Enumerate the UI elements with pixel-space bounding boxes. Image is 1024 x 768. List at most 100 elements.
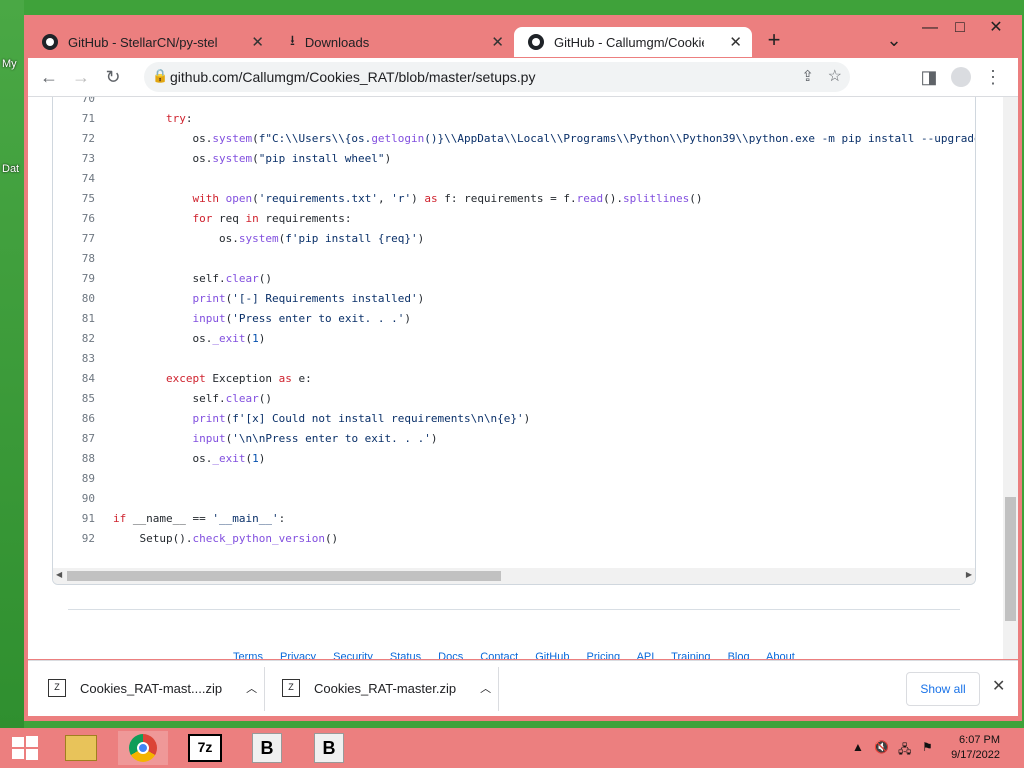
line-number[interactable]: 83 [53, 349, 95, 369]
new-tab-button[interactable]: + [754, 27, 794, 53]
line-number[interactable]: 74 [53, 169, 95, 189]
line-number[interactable]: 82 [53, 329, 95, 349]
zip-file-icon: Z [282, 679, 300, 697]
code-line: 90 [53, 489, 975, 509]
line-number[interactable]: 72 [53, 129, 95, 149]
menu-kebab-icon[interactable]: ⋮ [980, 64, 1006, 90]
desktop-label: Dat [2, 163, 20, 175]
tray-expand-icon[interactable]: ▲ [852, 740, 864, 754]
show-all-button[interactable]: Show all [906, 672, 980, 706]
line-number[interactable]: 76 [53, 209, 95, 229]
code-text: except Exception as e: [165, 372, 312, 385]
maximize-button[interactable]: □ [940, 15, 980, 41]
close-tab-icon[interactable]: ✕ [729, 33, 742, 51]
tab-label: GitHub - Callumgm/Cookies_RAT [554, 34, 704, 50]
app-b-icon[interactable]: B [242, 731, 292, 765]
close-download-shelf-icon[interactable]: ✕ [992, 676, 1005, 696]
code-text: os.system("pip install wheel") [113, 152, 392, 165]
line-number[interactable]: 85 [53, 389, 95, 409]
line-number[interactable]: 81 [53, 309, 95, 329]
code-line: 85 self.clear() [53, 389, 975, 409]
code-line: 86 print(f'[x] Could not install require… [53, 409, 975, 429]
tab-github-stellar[interactable]: GitHub - StellarCN/py-stellar-bas ✕ [28, 27, 274, 57]
line-number[interactable]: 91 [53, 509, 95, 529]
code-text: os.system(f'pip install {req}') [113, 232, 425, 245]
line-number[interactable]: 84 [53, 369, 95, 389]
download-item[interactable]: Z Cookies_RAT-master.zip ︿ [282, 671, 491, 705]
github-icon [42, 34, 58, 50]
file-explorer-icon[interactable] [56, 731, 106, 765]
close-button[interactable]: ✕ [976, 15, 1016, 41]
line-number[interactable]: 75 [53, 189, 95, 209]
code-text: print(f'[x] Could not install requiremen… [192, 412, 531, 425]
7zip-icon[interactable]: 7z [180, 731, 230, 765]
line-number[interactable]: 80 [53, 289, 95, 309]
share-icon[interactable]: ⇪ [801, 67, 814, 85]
taskbar: 7z B B ▲ 🔇 🖧 ⚑ 6:07 PM 9/17/2022 [0, 728, 1024, 768]
code-line: 77 os.system(f'pip install {req}') [53, 229, 975, 249]
code-text: Setup().check_python_version() [113, 532, 339, 545]
chevron-up-icon[interactable]: ︿ [246, 680, 257, 696]
line-number[interactable]: 79 [53, 269, 95, 289]
side-panel-icon[interactable]: ◨ [916, 64, 942, 90]
windows-logo-icon [12, 736, 38, 760]
line-number[interactable]: 71 [53, 109, 95, 129]
code-line: 74 [53, 169, 975, 189]
forward-arrow-icon[interactable]: → [68, 64, 94, 90]
line-number[interactable]: 90 [53, 489, 95, 509]
line-number[interactable]: 73 [53, 149, 95, 169]
url-text: github.com/Callumgm/Cookies_RAT/blob/mas… [170, 69, 536, 85]
close-tab-icon[interactable]: ✕ [491, 33, 504, 51]
line-number[interactable]: 89 [53, 469, 95, 489]
address-bar[interactable]: 🔒 github.com/Callumgm/Cookies_RAT/blob/m… [144, 62, 850, 92]
code-line: 73 os.system("pip install wheel") [53, 149, 975, 169]
back-arrow-icon[interactable]: ← [36, 64, 62, 90]
app-b-icon[interactable]: B [304, 731, 354, 765]
reload-icon[interactable]: ↻ [100, 64, 126, 90]
vertical-scrollbar[interactable] [1003, 97, 1018, 659]
profile-avatar-icon[interactable] [948, 64, 974, 90]
code-line: 92 Setup().check_python_version() [53, 529, 975, 549]
network-icon[interactable]: 🖧 [898, 740, 911, 761]
tab-github-cookies-rat[interactable]: GitHub - Callumgm/Cookies_RAT ✕ [514, 27, 752, 57]
close-tab-icon[interactable]: ✕ [251, 33, 264, 51]
code-line: 87 input('\n\nPress enter to exit. . .') [53, 429, 975, 449]
line-number[interactable]: 86 [53, 409, 95, 429]
footer-links[interactable]: Terms Privacy Security Status Docs Conta… [233, 651, 795, 659]
line-number[interactable]: 88 [53, 449, 95, 469]
code-line: 71 try: [53, 109, 975, 129]
download-filename: Cookies_RAT-mast....zip [80, 680, 223, 696]
scrollbar-thumb[interactable] [67, 571, 501, 581]
line-number[interactable]: 77 [53, 229, 95, 249]
line-number[interactable]: 92 [53, 529, 95, 549]
scrollbar-thumb[interactable] [1005, 497, 1016, 621]
line-number[interactable]: 78 [53, 249, 95, 269]
system-clock[interactable]: 6:07 PM 9/17/2022 [951, 733, 1000, 763]
code-line: 81 input('Press enter to exit. . .') [53, 309, 975, 329]
tab-label: GitHub - StellarCN/py-stellar-bas [68, 34, 218, 50]
code-viewer: 70 ''' 71 try: 72 os.system(f"C:\\Users\\{… [52, 97, 976, 585]
start-button[interactable] [0, 731, 50, 765]
line-number[interactable]: 70 [53, 97, 95, 109]
volume-muted-icon[interactable]: 🔇 [874, 740, 889, 754]
chevron-up-icon[interactable]: ︿ [480, 680, 491, 696]
horizontal-scrollbar[interactable]: ◀ ▶ [53, 568, 975, 584]
code-line: 70 ''' [53, 97, 975, 109]
page-content: 70 ''' 71 try: 72 os.system(f"C:\\Users\\{… [28, 97, 1018, 659]
code-line: 91 if __name__ == '__main__': [53, 509, 975, 529]
code-line: 78 [53, 249, 975, 269]
line-number[interactable]: 87 [53, 429, 95, 449]
code-line: 88 os._exit(1) [53, 449, 975, 469]
bookmark-star-icon[interactable]: ☆ [828, 66, 842, 86]
code-text: with open('requirements.txt', 'r') as f:… [192, 192, 703, 205]
chrome-icon[interactable] [118, 731, 168, 765]
code-text: if __name__ == '__main__': [113, 512, 286, 525]
tab-list-button[interactable]: ⌄ [874, 27, 914, 53]
action-center-icon[interactable]: ⚑ [922, 740, 933, 754]
download-item[interactable]: Z Cookies_RAT-mast....zip ︿ [48, 671, 257, 705]
tab-downloads[interactable]: ⭳ Downloads ✕ [276, 27, 514, 57]
desktop-label: My [2, 58, 17, 70]
code-text: try: [165, 112, 193, 125]
code-line: 83 [53, 349, 975, 369]
code-line: 75 with open('requirements.txt', 'r') as… [53, 189, 975, 209]
